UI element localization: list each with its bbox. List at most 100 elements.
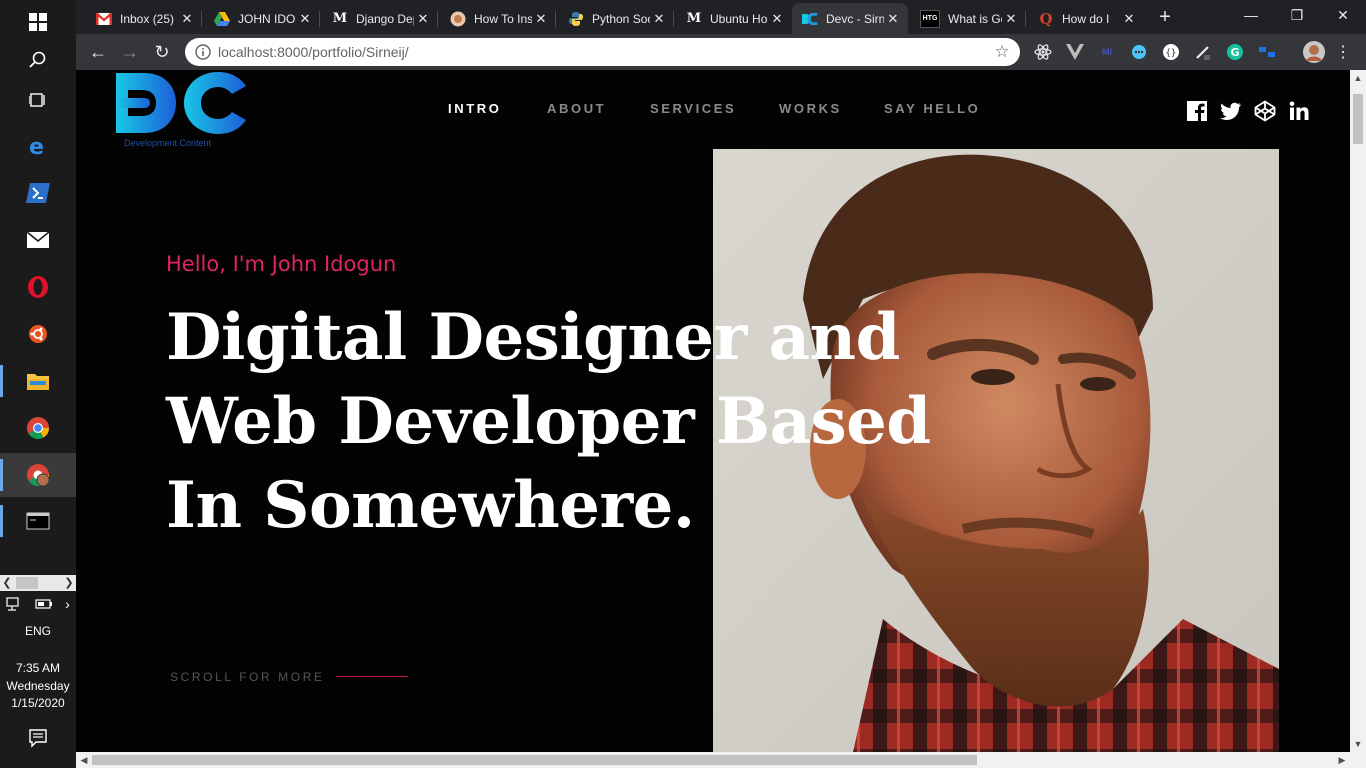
svg-text:{}: {}: [1166, 49, 1177, 59]
codepen-icon[interactable]: [1254, 100, 1276, 122]
nav-works[interactable]: WORKS: [779, 101, 842, 116]
tab-inbox[interactable]: Inbox (25) ✕: [86, 3, 202, 34]
close-icon[interactable]: ✕: [414, 11, 432, 27]
system-tray: ›: [0, 594, 76, 614]
nav-intro[interactable]: INTRO: [448, 101, 501, 116]
scroll-up-icon[interactable]: ▲: [1350, 70, 1366, 86]
new-tab-button[interactable]: +: [1152, 5, 1178, 31]
minimize-button[interactable]: —: [1228, 0, 1274, 30]
reload-button[interactable]: ↻: [150, 40, 174, 64]
menu-kebab-icon[interactable]: ⋮: [1334, 43, 1352, 61]
bookmark-star-icon[interactable]: ☆: [992, 42, 1012, 62]
windows-taskbar: e ❮ ❯ › ENG 7:35 AM Wednesday 1/15/2020: [0, 0, 76, 768]
close-icon[interactable]: ✕: [178, 11, 196, 27]
info-icon[interactable]: [195, 44, 211, 60]
quora-icon: Q: [1039, 9, 1053, 28]
chrome-icon[interactable]: [0, 406, 76, 450]
notification-icon[interactable]: [28, 728, 48, 748]
scroll-for-more-link[interactable]: SCROLL FOR MORE: [170, 670, 325, 684]
chevron-left-icon[interactable]: ❮: [0, 575, 14, 591]
svg-text:G: G: [1231, 46, 1240, 59]
chevron-right-icon[interactable]: ›: [65, 596, 70, 612]
tab-what-is-google[interactable]: HTG What is Google ✕: [910, 3, 1026, 34]
gmail-icon: [96, 11, 112, 27]
clock-time[interactable]: 7:35 AM: [0, 660, 76, 677]
close-icon[interactable]: ✕: [768, 11, 786, 27]
chevron-right-icon[interactable]: ❯: [62, 575, 76, 591]
terminal-icon[interactable]: [0, 499, 76, 543]
chrome-user-icon[interactable]: [0, 453, 76, 497]
close-icon[interactable]: ✕: [296, 11, 314, 27]
address-bar[interactable]: ☆: [185, 38, 1020, 66]
python-icon: [568, 11, 584, 27]
language-indicator[interactable]: ENG: [0, 623, 76, 640]
chat-extension-icon[interactable]: [1130, 43, 1148, 61]
color-picker-icon[interactable]: [1194, 43, 1212, 61]
scroll-down-icon[interactable]: ▼: [1350, 736, 1366, 752]
task-view-icon[interactable]: [0, 78, 76, 122]
taskbar-scrollbar[interactable]: ❮ ❯: [0, 575, 76, 591]
tab-how-to-install[interactable]: How To Install ✕: [440, 3, 556, 34]
tab-title: Devc - Sirneij: [826, 11, 884, 26]
tab-ubuntu[interactable]: M Ubuntu Hosting ✕: [676, 3, 792, 34]
forward-button[interactable]: →: [118, 40, 142, 64]
hero-headline: Digital Designer and Web Developer Based…: [166, 300, 931, 543]
scroll-thumb[interactable]: [92, 755, 977, 765]
back-button[interactable]: ←: [86, 40, 110, 64]
close-icon[interactable]: ✕: [884, 11, 902, 27]
mail-icon[interactable]: [0, 218, 76, 262]
tab-title: Inbox (25): [120, 11, 175, 26]
file-explorer-icon[interactable]: [0, 359, 76, 403]
react-devtools-icon[interactable]: [1034, 43, 1052, 61]
facebook-icon[interactable]: [1186, 100, 1208, 122]
network-icon[interactable]: [6, 597, 22, 611]
linkedin-icon[interactable]: [1288, 100, 1310, 122]
search-icon[interactable]: [0, 38, 76, 82]
medium-icon: M: [332, 11, 348, 26]
tab-strip: Inbox (25) ✕ JOHN IDOGUN ✕ M Django Depl…: [76, 0, 1366, 34]
restore-button[interactable]: ❐: [1274, 0, 1320, 30]
scroll-thumb[interactable]: [16, 577, 38, 589]
chrome-window: Inbox (25) ✕ JOHN IDOGUN ✕ M Django Depl…: [76, 0, 1366, 768]
battery-icon[interactable]: [35, 598, 53, 610]
powershell-icon[interactable]: [0, 171, 76, 215]
tab-title: How To Install: [474, 11, 532, 26]
profile-avatar[interactable]: [1302, 40, 1326, 64]
google-drive-icon: [214, 11, 230, 27]
close-icon[interactable]: ✕: [532, 11, 550, 27]
tab-title: Django Deployment: [356, 11, 414, 26]
portfolio-page: Development Content INTRO ABOUT SERVICES…: [76, 70, 1350, 752]
tab-title: Python Social Auth: [592, 11, 650, 26]
link-extension-icon[interactable]: [1258, 43, 1276, 61]
htg-icon: HTG: [920, 9, 940, 28]
ubuntu-icon[interactable]: [0, 312, 76, 356]
close-icon[interactable]: ✕: [1120, 11, 1138, 27]
scroll-left-icon[interactable]: ◀: [76, 752, 92, 768]
tab-quora[interactable]: Q How do I ✕: [1028, 3, 1144, 34]
nav-about[interactable]: ABOUT: [547, 101, 606, 116]
url-input[interactable]: [218, 42, 978, 62]
close-icon[interactable]: ✕: [1002, 11, 1020, 27]
tab-python[interactable]: Python Social Auth ✕: [558, 3, 674, 34]
close-window-button[interactable]: ✕: [1320, 0, 1366, 30]
tab-google-drive[interactable]: JOHN IDOGUN ✕: [204, 3, 320, 34]
tab-django[interactable]: M Django Deployment ✕: [322, 3, 438, 34]
svg-text:e: e: [29, 135, 44, 157]
vertical-scrollbar[interactable]: ▲ ▼: [1350, 70, 1366, 752]
extension-icon[interactable]: MI: [1098, 43, 1116, 61]
tab-devc[interactable]: Devc - Sirneij ✕: [792, 3, 908, 34]
grammarly-icon[interactable]: G: [1226, 43, 1244, 61]
scroll-right-icon[interactable]: ▶: [1334, 752, 1350, 768]
vue-devtools-icon[interactable]: [1066, 43, 1084, 61]
json-viewer-icon[interactable]: {}: [1162, 43, 1180, 61]
dc-logo[interactable]: Development Content: [114, 70, 254, 150]
horizontal-scrollbar[interactable]: ◀ ▶: [76, 752, 1366, 768]
nav-services[interactable]: SERVICES: [650, 101, 736, 116]
edge-icon[interactable]: e: [0, 124, 76, 168]
scroll-thumb[interactable]: [1353, 94, 1363, 144]
twitter-icon[interactable]: [1220, 100, 1242, 122]
close-icon[interactable]: ✕: [650, 11, 668, 27]
nav-say-hello[interactable]: SAY HELLO: [884, 101, 980, 116]
opera-icon[interactable]: [0, 265, 76, 309]
tab-title: How do I: [1062, 11, 1110, 26]
